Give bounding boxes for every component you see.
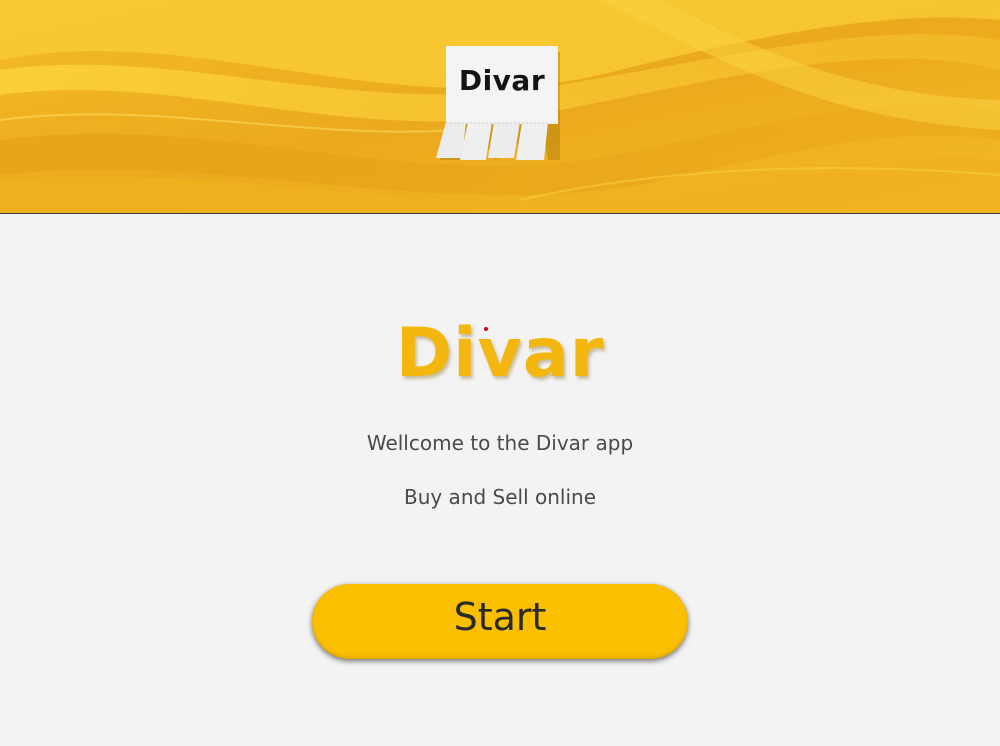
- start-button[interactable]: Start: [312, 584, 688, 659]
- header-banner: Divar: [0, 0, 1000, 214]
- tagline-text: Buy and Sell online: [403, 485, 597, 509]
- brand-dot-icon: [484, 327, 488, 331]
- welcome-text: Wellcome to the Divar app: [366, 431, 634, 455]
- app-window: Divar Divar Wellcome to the Divar app Bu…: [0, 0, 1000, 746]
- logo-label: Divar: [458, 64, 546, 97]
- brand-title: Divar: [395, 314, 605, 393]
